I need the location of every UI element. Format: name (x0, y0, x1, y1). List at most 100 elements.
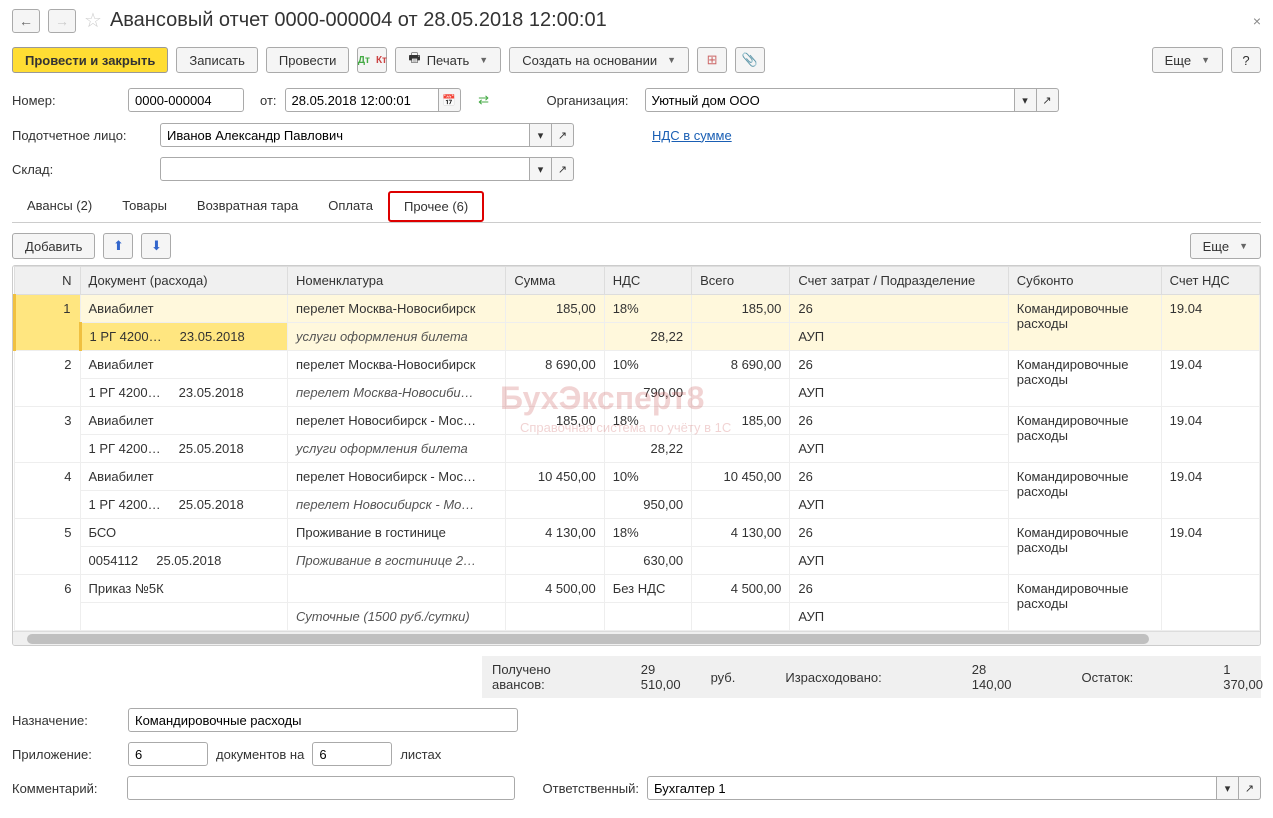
table-more-button[interactable]: Еще▼ (1190, 233, 1261, 259)
chevron-down-icon: ▼ (1201, 55, 1210, 65)
org-dropdown[interactable]: ▾ (1015, 88, 1037, 112)
spent-value: 28 140,00 (972, 662, 1012, 692)
table-row[interactable]: 6Приказ №5К4 500,00Без НДС4 500,0026Кома… (15, 575, 1260, 603)
scrollbar-thumb[interactable] (27, 634, 1149, 644)
col-sub[interactable]: Субконто (1008, 267, 1161, 295)
number-input[interactable] (128, 88, 244, 112)
chevron-down-icon: ▾ (538, 129, 544, 142)
tab-avansy[interactable]: Авансы (2) (12, 191, 107, 222)
save-button[interactable]: Записать (176, 47, 258, 73)
warehouse-open[interactable]: ↗ (552, 157, 574, 181)
post-button[interactable]: Провести (266, 47, 350, 73)
add-row-button[interactable]: Добавить (12, 233, 95, 259)
warehouse-input[interactable] (160, 157, 530, 181)
person-label: Подотчетное лицо: (12, 128, 152, 143)
move-down-button[interactable]: ⬇ (141, 233, 171, 259)
rest-label: Остаток: (1082, 670, 1134, 685)
col-total[interactable]: Всего (692, 267, 790, 295)
tree-icon: ⊞ (707, 52, 718, 68)
table-row[interactable]: 4Авиабилетперелет Новосибирск - Мос…10 4… (15, 463, 1260, 491)
tabs: Авансы (2) Товары Возвратная тара Оплата… (12, 191, 1261, 223)
col-nds[interactable]: НДС (604, 267, 691, 295)
open-icon: ↗ (1245, 782, 1254, 795)
from-label: от: (260, 93, 277, 108)
chevron-down-icon: ▾ (1022, 94, 1028, 107)
tab-tovary[interactable]: Товары (107, 191, 182, 222)
more-button[interactable]: Еще▼ (1152, 47, 1223, 73)
person-dropdown[interactable]: ▾ (530, 123, 552, 147)
col-nds-acc[interactable]: Счет НДС (1161, 267, 1259, 295)
paperclip-icon: 📎 (742, 52, 758, 68)
docs-on-label: документов на (216, 747, 304, 762)
structure-button[interactable]: ⊞ (697, 47, 727, 73)
pages-label: листах (400, 747, 441, 762)
docs-input[interactable] (128, 742, 208, 766)
close-button[interactable]: × (1253, 13, 1261, 29)
arrow-up-icon: ⬆ (113, 238, 124, 254)
date-input[interactable] (285, 88, 439, 112)
nds-link[interactable]: НДС в сумме (652, 128, 732, 143)
warehouse-label: Склад: (12, 162, 152, 177)
pages-input[interactable] (312, 742, 392, 766)
create-based-button[interactable]: Создать на основании▼ (509, 47, 689, 73)
chevron-down-icon: ▾ (538, 163, 544, 176)
expenses-table[interactable]: N Документ (расхода) Номенклатура Сумма … (13, 266, 1260, 631)
org-open[interactable]: ↗ (1037, 88, 1059, 112)
nav-back-button[interactable]: ← (12, 9, 40, 33)
post-and-close-button[interactable]: Провести и закрыть (12, 47, 168, 73)
nav-forward-button[interactable]: → (48, 9, 76, 33)
col-n[interactable]: N (15, 267, 81, 295)
help-button[interactable]: ? (1231, 47, 1261, 73)
col-acc[interactable]: Счет затрат / Подразделение (790, 267, 1008, 295)
avans-value: 29 510,00 (641, 662, 681, 692)
arrow-down-icon: ⬇ (151, 238, 162, 254)
purpose-label: Назначение: (12, 713, 120, 728)
person-input[interactable] (160, 123, 530, 147)
tab-oplata[interactable]: Оплата (313, 191, 388, 222)
table-row[interactable]: 1Авиабилетперелет Москва-Новосибирск185,… (15, 295, 1260, 323)
org-input[interactable] (645, 88, 1015, 112)
open-icon: ↗ (1042, 94, 1051, 107)
arrow-icon: ⇄ (478, 92, 489, 108)
comment-input[interactable] (127, 776, 514, 800)
page-title: Авансовый отчет 0000-000004 от 28.05.201… (110, 9, 607, 32)
resp-open[interactable]: ↗ (1239, 776, 1261, 800)
spent-label: Израсходовано: (785, 670, 881, 685)
col-nom[interactable]: Номенклатура (288, 267, 506, 295)
calendar-icon: 📅 (442, 94, 456, 107)
open-icon: ↗ (558, 129, 567, 142)
resp-input[interactable] (647, 776, 1217, 800)
warehouse-dropdown[interactable]: ▾ (530, 157, 552, 181)
print-button[interactable]: 🖶Печать▼ (395, 47, 501, 73)
currency: руб. (711, 670, 736, 685)
table-row[interactable]: 5БСОПроживание в гостинице4 130,0018%4 1… (15, 519, 1260, 547)
chevron-down-icon: ▾ (1225, 782, 1231, 795)
purpose-input[interactable] (128, 708, 518, 732)
number-label: Номер: (12, 93, 120, 108)
avans-label: Получено авансов: (492, 662, 551, 692)
table-row[interactable]: 3Авиабилетперелет Новосибирск - Мос…185,… (15, 407, 1260, 435)
person-open[interactable]: ↗ (552, 123, 574, 147)
dtkt-icon: Дт (358, 55, 370, 66)
col-doc[interactable]: Документ (расхода) (80, 267, 288, 295)
tab-vozvrat-tara[interactable]: Возвратная тара (182, 191, 313, 222)
favorite-star-icon[interactable]: ☆ (84, 8, 102, 33)
attachment-button[interactable]: 📎 (735, 47, 765, 73)
resp-label: Ответственный: (543, 781, 639, 796)
tab-prochee[interactable]: Прочее (6) (388, 191, 484, 222)
chevron-down-icon: ▼ (479, 55, 488, 65)
col-sum[interactable]: Сумма (506, 267, 604, 295)
calendar-button[interactable]: 📅 (439, 88, 461, 112)
move-up-button[interactable]: ⬆ (103, 233, 133, 259)
chevron-down-icon: ▼ (667, 55, 676, 65)
table-container: N Документ (расхода) Номенклатура Сумма … (12, 265, 1261, 646)
totals-bar: Получено авансов: 29 510,00 руб. Израсхо… (482, 656, 1261, 698)
open-icon: ↗ (558, 163, 567, 176)
horizontal-scrollbar[interactable] (13, 631, 1260, 645)
resp-dropdown[interactable]: ▾ (1217, 776, 1239, 800)
rest-value: 1 370,00 (1223, 662, 1263, 692)
table-row[interactable]: 2Авиабилетперелет Москва-Новосибирск8 69… (15, 351, 1260, 379)
printer-icon: 🖶 (408, 49, 420, 71)
date-action-button[interactable]: ⇄ (469, 87, 499, 113)
dtkt-button[interactable]: ДтКт (357, 47, 387, 73)
